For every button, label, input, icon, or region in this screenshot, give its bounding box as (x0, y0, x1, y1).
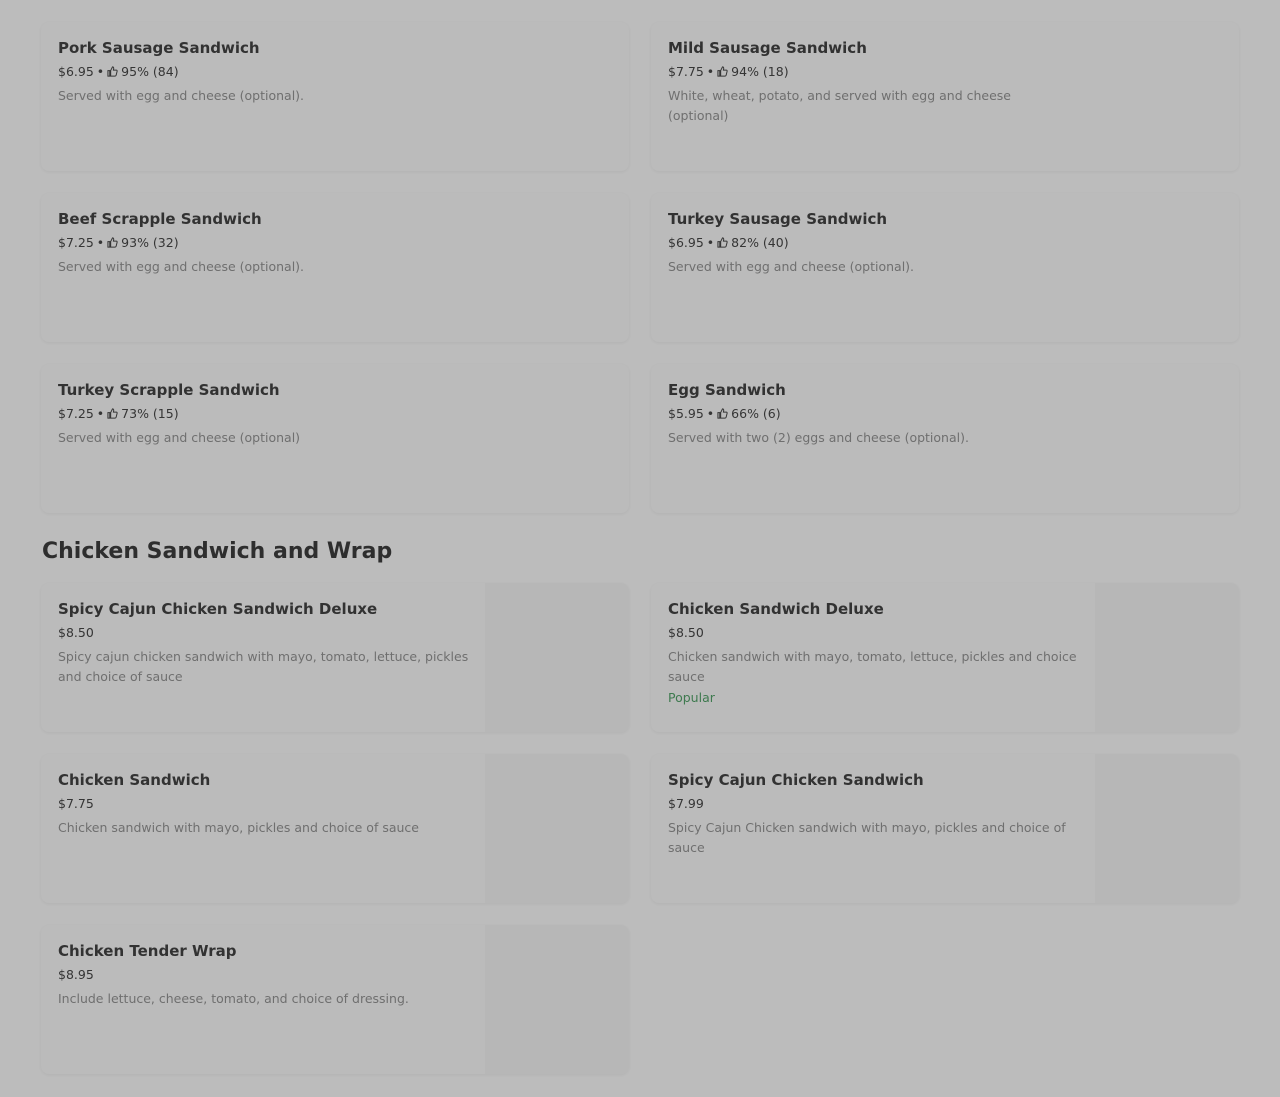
item-description: Served with egg and cheese (optional) (58, 430, 301, 445)
item-rating: 93% (32) (121, 235, 179, 250)
thumbs-up-icon (107, 237, 118, 248)
item-name: Chicken Sandwich (58, 771, 211, 789)
item-meta: $6.95 • 95% (84) (58, 63, 458, 80)
separator: • (96, 406, 105, 421)
item-price: $8.50 (58, 625, 94, 640)
item-price: $7.25 (58, 235, 94, 250)
item-meta: $7.25 • 93% (32) (58, 234, 458, 251)
item-name: Spicy Cajun Chicken Sandwich (668, 771, 924, 789)
separator: • (96, 64, 105, 79)
popular-badge: Popular (668, 690, 715, 705)
item-price: $6.95 (58, 64, 94, 79)
item-meta: $5.95 • 66% (6) (668, 405, 1068, 422)
item-name: Spicy Cajun Chicken Sandwich Deluxe (58, 600, 378, 618)
separator: • (706, 64, 715, 79)
menu-item-card[interactable]: Spicy Cajun Chicken Sandwich $7.99 Spicy… (651, 754, 1239, 903)
item-description: Spicy Cajun Chicken sandwich with mayo, … (668, 820, 1066, 855)
item-description: Served with two (2) eggs and cheese (opt… (668, 430, 969, 445)
item-description: Spicy cajun chicken sandwich with mayo, … (58, 649, 469, 684)
item-meta: $7.25 • 73% (15) (58, 405, 458, 422)
item-description: Served with egg and cheese (optional). (58, 88, 305, 103)
item-image (485, 583, 629, 732)
item-name: Pork Sausage Sandwich (58, 39, 260, 57)
item-name: Chicken Tender Wrap (58, 942, 237, 960)
item-description: Served with egg and cheese (optional). (58, 259, 305, 274)
menu-item-card[interactable]: Egg Sandwich $5.95 • 66% (6) Served with t… (651, 364, 1239, 513)
item-price: $6.95 (668, 235, 704, 250)
item-price: $8.50 (668, 625, 704, 640)
item-price: $7.25 (58, 406, 94, 421)
item-price: $8.95 (58, 967, 94, 982)
menu-item-card[interactable]: Spicy Cajun Chicken Sandwich Deluxe $8.5… (41, 583, 629, 732)
item-name: Turkey Sausage Sandwich (668, 210, 888, 228)
menu-item-card[interactable]: Chicken Tender Wrap $8.95 Include lettuc… (41, 925, 629, 1074)
item-image (1095, 583, 1239, 732)
menu-item-card[interactable]: Chicken Sandwich $7.75 Chicken sandwich … (41, 754, 629, 903)
menu-item-card[interactable]: Turkey Sausage Sandwich $6.95 • 82% (40) S… (651, 193, 1239, 342)
item-price: $7.75 (58, 796, 94, 811)
item-name: Beef Scrapple Sandwich (58, 210, 262, 228)
chicken-items-grid: Spicy Cajun Chicken Sandwich Deluxe $8.5… (41, 583, 1239, 1074)
item-rating: 82% (40) (731, 235, 789, 250)
item-description: Include lettuce, cheese, tomato, and cho… (58, 991, 409, 1006)
item-image (485, 925, 629, 1074)
thumbs-up-icon (717, 408, 728, 419)
item-name: Turkey Scrapple Sandwich (58, 381, 280, 399)
section-title: Chicken Sandwich and Wrap (42, 539, 393, 564)
separator: • (96, 235, 105, 250)
item-name: Egg Sandwich (668, 381, 786, 399)
item-meta: $6.95 • 82% (40) (668, 234, 1068, 251)
item-rating: 95% (84) (121, 64, 179, 79)
breakfast-items-grid: Pork Sausage Sandwich $6.95 • 95% (84) Ser… (41, 22, 1239, 513)
item-description: White, wheat, potato, and served with eg… (668, 88, 1011, 123)
thumbs-up-icon (107, 66, 118, 77)
thumbs-up-icon (717, 66, 728, 77)
item-price: $5.95 (668, 406, 704, 421)
menu-item-card[interactable]: Beef Scrapple Sandwich $7.25 • 93% (32) Se… (41, 193, 629, 342)
item-rating: 94% (18) (731, 64, 789, 79)
item-image (1095, 754, 1239, 903)
menu-item-card[interactable]: Chicken Sandwich Deluxe $8.50 Chicken sa… (651, 583, 1239, 732)
item-name: Mild Sausage Sandwich (668, 39, 867, 57)
item-description: Chicken sandwich with mayo, pickles and … (58, 820, 419, 835)
item-description: Chicken sandwich with mayo, tomato, lett… (668, 649, 1077, 684)
item-meta: $7.75 • 94% (18) (668, 63, 1028, 80)
item-price: $7.99 (668, 796, 704, 811)
thumbs-up-icon (717, 237, 728, 248)
item-rating: 66% (6) (731, 406, 781, 421)
item-name: Chicken Sandwich Deluxe (668, 600, 884, 618)
item-description: Served with egg and cheese (optional). (668, 259, 915, 274)
menu-item-card[interactable]: Mild Sausage Sandwich $7.75 • 94% (18) Whi… (651, 22, 1239, 171)
item-image (485, 754, 629, 903)
separator: • (706, 406, 715, 421)
menu-item-card[interactable]: Turkey Scrapple Sandwich $7.25 • 73% (15) … (41, 364, 629, 513)
thumbs-up-icon (107, 408, 118, 419)
item-price: $7.75 (668, 64, 704, 79)
separator: • (706, 235, 715, 250)
item-rating: 73% (15) (121, 406, 179, 421)
menu-item-card[interactable]: Pork Sausage Sandwich $6.95 • 95% (84) Ser… (41, 22, 629, 171)
